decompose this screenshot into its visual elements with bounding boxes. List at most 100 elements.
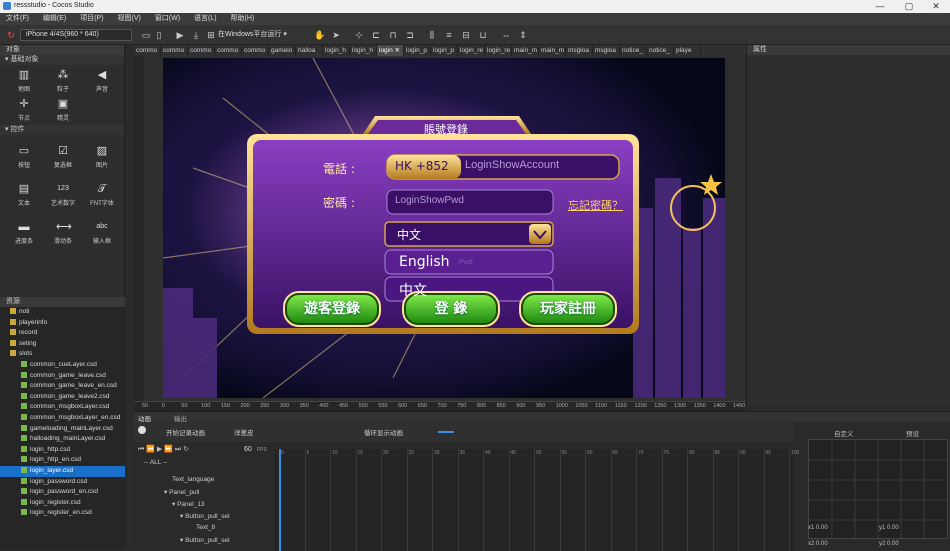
select-tool-icon[interactable]: ➤ <box>330 29 342 41</box>
register-button[interactable]: 玩家註冊 <box>523 298 613 318</box>
file-item[interactable]: common_msgboxLayer.csd <box>0 402 125 413</box>
tree-item[interactable]: Text_language <box>172 476 214 483</box>
menu-file[interactable]: 文件(F) <box>0 13 35 25</box>
preset-curve-tab[interactable]: 预设 <box>906 428 919 438</box>
country-code-select[interactable]: HK +852 <box>395 159 449 173</box>
document-tab[interactable]: commo <box>161 45 188 56</box>
game-stage[interactable]: 賬號登錄 電話 : HK +852 LoginShowAccount 密碼 : … <box>163 58 725 398</box>
document-tab[interactable]: commo <box>242 45 269 56</box>
button-object[interactable]: ▭ 按钮 <box>4 143 44 169</box>
close-button[interactable]: ✕ <box>922 0 950 13</box>
menu-view[interactable]: 视图(V) <box>112 13 147 25</box>
menu-language[interactable]: 语言(L) <box>188 13 223 25</box>
folder-item[interactable]: slots <box>0 349 125 360</box>
document-tab[interactable]: login_h <box>350 45 377 56</box>
loop-animation-toggle[interactable]: 循环显示动画 <box>364 427 403 437</box>
sprite-object[interactable]: ▣ 精灵 <box>43 96 83 122</box>
run-windows-button[interactable]: 在Windows平台运行 ▾ <box>218 29 287 41</box>
same-height-icon[interactable]: ⇕ <box>517 29 529 41</box>
same-width-icon[interactable]: ⇔ <box>500 29 512 41</box>
controls-section[interactable]: ▾ 控件 <box>0 125 124 135</box>
login-button[interactable]: 登 錄 <box>406 298 496 318</box>
document-tab[interactable]: main_m <box>512 45 539 56</box>
file-item[interactable]: halloading_mainLayer.csd <box>0 434 125 445</box>
onion-skin-toggle[interactable]: 洋葱皮 <box>234 427 254 437</box>
minimize-button[interactable]: — <box>866 0 894 13</box>
tree-item[interactable]: ▾ Button_pull_sel <box>180 512 230 520</box>
maximize-button[interactable]: ▢ <box>895 0 923 13</box>
password-input[interactable]: LoginShowPwd <box>395 195 464 206</box>
tree-item[interactable]: ▾ Button_pull_sel <box>180 536 230 544</box>
landscape-icon[interactable]: ▭ <box>140 29 152 41</box>
record-icon[interactable] <box>138 426 146 434</box>
left-scrollbar[interactable] <box>125 45 134 405</box>
file-item[interactable]: login_password_en.csd <box>0 487 125 498</box>
folder-item[interactable]: seting <box>0 339 125 350</box>
file-item[interactable]: login_layer.csd <box>0 465 125 477</box>
menu-window[interactable]: 窗口(W) <box>149 13 186 25</box>
file-item[interactable]: common_cueLayer.csd <box>0 360 125 371</box>
basic-objects-section[interactable]: ▾ 基础对象 <box>0 55 124 65</box>
textfield-object[interactable]: abc 输入框 <box>82 219 122 245</box>
align-center-icon[interactable]: ⊹ <box>353 29 365 41</box>
easing-curve-editor[interactable] <box>808 439 948 539</box>
file-item[interactable]: login_register_en.csd <box>0 508 125 519</box>
align-middle-icon[interactable]: ⊟ <box>460 29 472 41</box>
menu-edit[interactable]: 编辑(E) <box>37 13 72 25</box>
distribute-v-icon[interactable]: ≡ <box>443 29 455 41</box>
x1-value[interactable]: x1 0.00 <box>808 525 828 531</box>
align-bottom-icon[interactable]: ⊔ <box>477 29 489 41</box>
file-item[interactable]: login_http_en.csd <box>0 455 125 466</box>
folder-item[interactable]: playerinfo <box>0 318 125 329</box>
document-tab[interactable]: notice_ <box>620 45 647 56</box>
filter-select[interactable]: -- ALL -- <box>144 458 167 468</box>
document-tab[interactable]: login_re <box>485 45 512 56</box>
document-tab[interactable]: playe <box>674 45 701 56</box>
device-select[interactable]: iPhone 4/4S(960 * 640) <box>20 29 132 41</box>
menu-project[interactable]: 项目(P) <box>74 13 109 25</box>
node-object[interactable]: ✛ 节点 <box>4 96 44 122</box>
document-tab[interactable]: halloa <box>296 45 323 56</box>
playback-controls[interactable]: ⏮ ⏪ ▶ ⏩ ⏭ ↻ <box>138 445 189 455</box>
x2-value[interactable]: x2 0.00 <box>808 541 828 547</box>
custom-curve-tab[interactable]: 自定义 <box>834 428 854 438</box>
refresh-icon[interactable]: ↻ <box>5 29 17 41</box>
document-tab[interactable]: login_p <box>404 45 431 56</box>
file-item[interactable]: common_msgboxLayer_en.csd <box>0 413 125 424</box>
align-left-icon[interactable]: ⊏ <box>370 29 382 41</box>
sound-object[interactable]: ◀ 声音 <box>82 67 122 93</box>
document-tab[interactable]: commo <box>134 45 161 56</box>
image-object[interactable]: ▨ 图片 <box>82 143 122 169</box>
fps-value[interactable]: 60 <box>244 445 252 455</box>
document-tab[interactable]: commo <box>188 45 215 56</box>
document-tab[interactable]: login_p <box>431 45 458 56</box>
y1-value[interactable]: y1 0.00 <box>879 525 899 531</box>
publish-icon[interactable]: ⤓ <box>190 29 202 41</box>
file-item[interactable]: common_game_leave.csd <box>0 371 125 382</box>
folder-item[interactable]: record <box>0 328 125 339</box>
tree-item[interactable]: ▾ Panel_pull <box>164 488 199 496</box>
align-right-icon[interactable]: ⊐ <box>404 29 416 41</box>
file-item[interactable]: login_password.csd <box>0 477 125 488</box>
document-tab[interactable]: main_m <box>539 45 566 56</box>
align-top-icon[interactable]: ⊓ <box>387 29 399 41</box>
particle-object[interactable]: ⁂ 粒子 <box>43 67 83 93</box>
document-tab[interactable]: login ✕ <box>377 45 404 56</box>
timeline[interactable]: 0 5 10 15 20 25 30 35 40 45 50 55 60 65 70 75 80 85 90 95 10… <box>274 449 799 551</box>
document-tab[interactable]: msgloa <box>593 45 620 56</box>
y2-value[interactable]: y2 0.00 <box>879 541 899 547</box>
slider-object[interactable]: ⟷ 滑动条 <box>43 219 83 245</box>
play-icon[interactable]: ▶ <box>174 29 186 41</box>
language-option-chinese[interactable]: 中文 <box>399 280 427 300</box>
file-item[interactable]: common_game_leave2.csd <box>0 392 125 403</box>
menu-help[interactable]: 帮助(H) <box>225 13 261 25</box>
language-select[interactable]: 中文 <box>397 226 421 243</box>
file-item[interactable]: common_game_leave_en.csd <box>0 381 125 392</box>
language-option-english[interactable]: English <box>399 254 450 270</box>
zoom-slider[interactable] <box>438 431 454 433</box>
tree-item[interactable]: Text_8 <box>196 524 215 531</box>
fnt-object[interactable]: 𝒯 FNT字体 <box>82 181 122 207</box>
file-item[interactable]: login_http.csd <box>0 445 125 456</box>
portrait-icon[interactable]: ▯ <box>153 29 165 41</box>
playhead[interactable] <box>279 449 281 551</box>
